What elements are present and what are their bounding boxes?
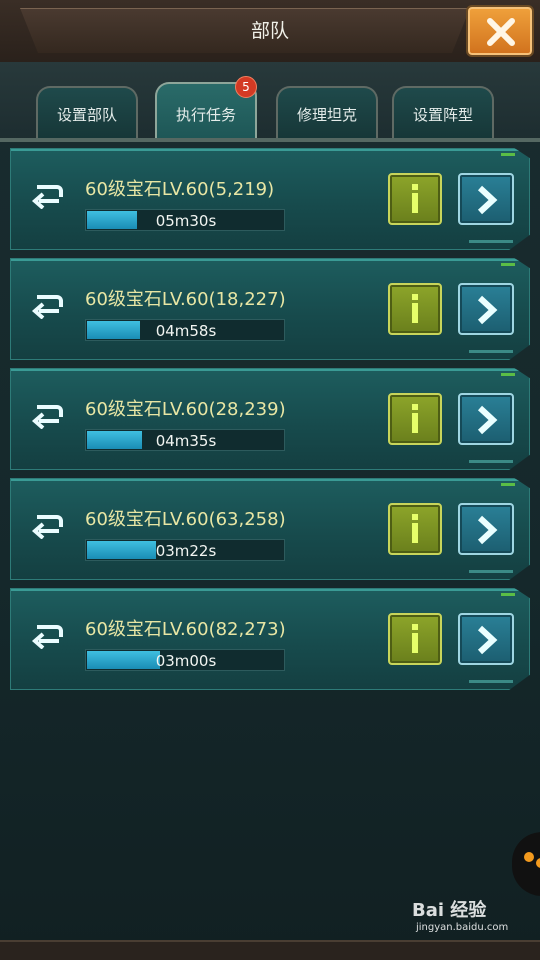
row-decoration bbox=[469, 460, 513, 463]
info-button[interactable] bbox=[388, 613, 442, 665]
watermark-sub: jingyan.baidu.com bbox=[416, 922, 509, 933]
chevron-right-icon bbox=[477, 515, 498, 545]
info-icon bbox=[412, 184, 418, 213]
bottom-frame bbox=[0, 940, 540, 960]
return-icon[interactable] bbox=[31, 399, 65, 429]
row-decoration bbox=[469, 240, 513, 243]
close-icon bbox=[487, 18, 515, 46]
info-button[interactable] bbox=[388, 393, 442, 445]
notification-badge: 5 bbox=[235, 76, 257, 98]
chevron-right-icon bbox=[477, 295, 498, 325]
info-button[interactable] bbox=[388, 173, 442, 225]
return-icon[interactable] bbox=[31, 179, 65, 209]
watermark-main: Bai 经验 bbox=[412, 900, 487, 921]
tab-label: 设置阵型 bbox=[412, 106, 473, 124]
row-decoration bbox=[469, 350, 513, 353]
task-title: 60级宝石LV.60(5,219) bbox=[85, 179, 275, 200]
task-title: 60级宝石LV.60(18,227) bbox=[85, 289, 286, 310]
watermark: Bai 经验 jingyan.baidu.com bbox=[412, 896, 532, 933]
progress-bar: 03m22s bbox=[85, 539, 285, 561]
tab-label: 执行任务 bbox=[175, 106, 236, 124]
go-button[interactable] bbox=[458, 393, 514, 445]
progress-bar: 03m00s bbox=[85, 649, 285, 671]
row-decoration bbox=[469, 570, 513, 573]
tab-execute-missions[interactable]: 执行任务 5 bbox=[155, 76, 257, 142]
task-row: 60级宝石LV.60(5,219) 05m30s bbox=[10, 148, 530, 250]
progress-bar: 04m58s bbox=[85, 319, 285, 341]
return-icon[interactable] bbox=[31, 289, 65, 319]
timer-text: 04m35s bbox=[155, 432, 217, 450]
task-row: 60级宝石LV.60(82,273) 03m00s bbox=[10, 588, 530, 690]
row-decoration bbox=[501, 153, 515, 156]
return-icon[interactable] bbox=[31, 509, 65, 539]
info-button[interactable] bbox=[388, 283, 442, 335]
floating-assistant-icon[interactable] bbox=[512, 832, 540, 896]
title-bar: 部队 bbox=[0, 0, 540, 64]
timer-text: 04m58s bbox=[155, 322, 217, 340]
return-icon[interactable] bbox=[31, 619, 65, 649]
task-title: 60级宝石LV.60(82,273) bbox=[85, 619, 286, 640]
chevron-right-icon bbox=[477, 185, 498, 215]
timer-text: 03m22s bbox=[155, 542, 217, 560]
info-icon bbox=[412, 624, 418, 653]
tab-label: 修理坦克 bbox=[296, 106, 357, 124]
tab-divider bbox=[0, 138, 540, 142]
task-row: 60级宝石LV.60(18,227) 04m58s bbox=[10, 258, 530, 360]
go-button[interactable] bbox=[458, 613, 514, 665]
assistant-eye bbox=[536, 858, 540, 868]
row-decoration bbox=[501, 373, 515, 376]
task-title: 60级宝石LV.60(63,258) bbox=[85, 509, 286, 530]
go-button[interactable] bbox=[458, 283, 514, 335]
info-icon bbox=[412, 404, 418, 433]
assistant-eye bbox=[524, 852, 534, 862]
info-icon bbox=[412, 514, 418, 543]
progress-bar: 04m35s bbox=[85, 429, 285, 451]
go-button[interactable] bbox=[458, 503, 514, 555]
task-row: 60级宝石LV.60(63,258) 03m22s bbox=[10, 478, 530, 580]
go-button[interactable] bbox=[458, 173, 514, 225]
info-button[interactable] bbox=[388, 503, 442, 555]
row-decoration bbox=[501, 483, 515, 486]
timer-text: 03m00s bbox=[155, 652, 217, 670]
close-button[interactable] bbox=[466, 5, 534, 57]
page-title: 部队 bbox=[250, 20, 289, 42]
tab-set-formation[interactable]: 设置阵型 bbox=[392, 86, 494, 140]
progress-bar: 05m30s bbox=[85, 209, 285, 231]
game-window: 部队 设置部队 执行任务 5 修理坦克 设置阵型 60级宝石LV.60(5,21… bbox=[0, 0, 540, 960]
row-decoration bbox=[501, 263, 515, 266]
task-row: 60级宝石LV.60(28,239) 04m35s bbox=[10, 368, 530, 470]
task-title: 60级宝石LV.60(28,239) bbox=[85, 399, 286, 420]
timer-text: 05m30s bbox=[155, 212, 217, 230]
row-decoration bbox=[501, 593, 515, 596]
info-icon bbox=[412, 294, 418, 323]
tab-setup-troops[interactable]: 设置部队 bbox=[36, 86, 138, 140]
tab-repair-tanks[interactable]: 修理坦克 bbox=[276, 86, 378, 140]
tab-label: 设置部队 bbox=[56, 106, 117, 124]
row-decoration bbox=[469, 680, 513, 683]
chevron-right-icon bbox=[477, 625, 498, 655]
chevron-right-icon bbox=[477, 405, 498, 435]
